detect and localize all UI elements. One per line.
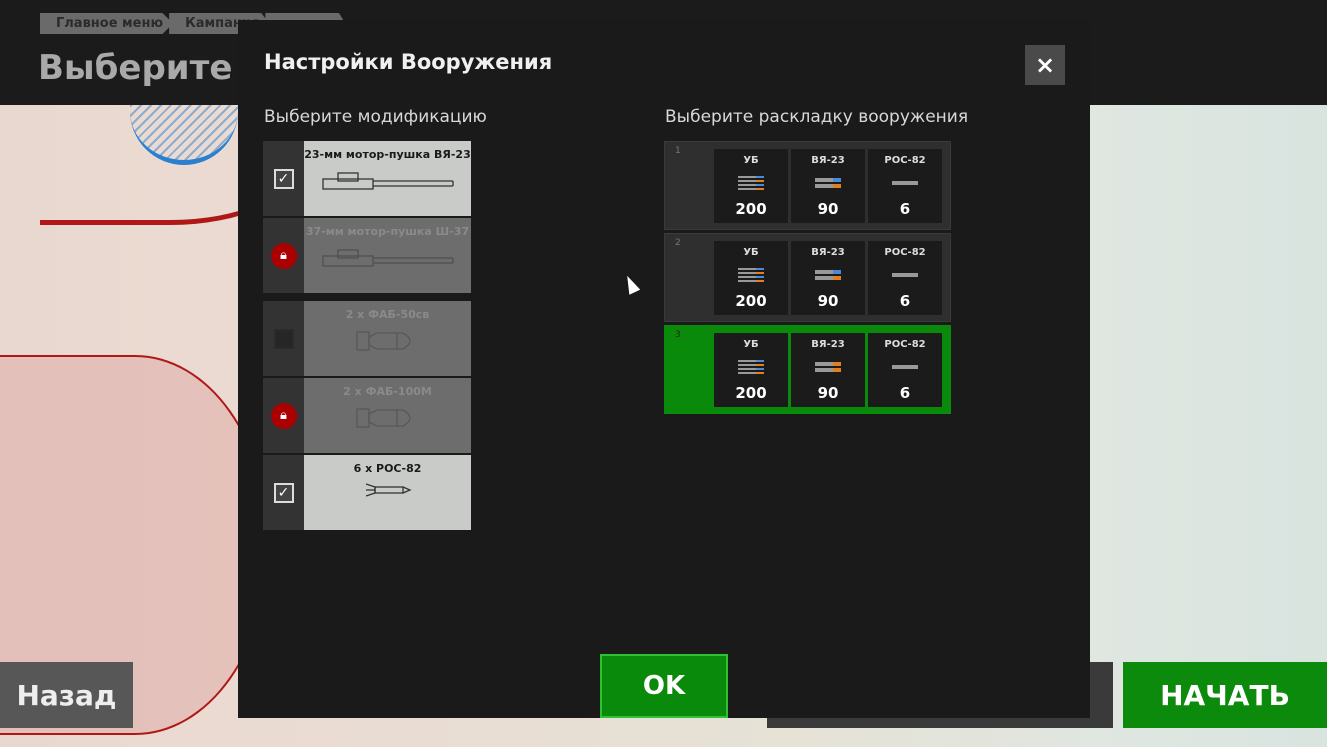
- modification-item[interactable]: ✓ 23-мм мотор-пушка ВЯ-23: [263, 141, 471, 216]
- weapon-name: ВЯ-23: [811, 155, 845, 166]
- weapon-cell: УБ 200: [714, 333, 788, 407]
- breadcrumb-main-menu[interactable]: Главное меню: [40, 13, 174, 34]
- weapon-name: ВЯ-23: [811, 339, 845, 350]
- mod-card[interactable]: 6 x РОС-82: [304, 455, 471, 530]
- mod-name: 2 x ФАБ-100М: [343, 385, 432, 398]
- cannon-icon: [318, 167, 458, 201]
- weapon-ammo-count: 200: [735, 384, 767, 402]
- lock-icon: 🔒︎: [270, 402, 297, 429]
- weapon-ammo-count: 90: [817, 200, 839, 218]
- ok-button[interactable]: OK: [600, 654, 728, 718]
- weapon-cell: ВЯ-23 90: [791, 241, 865, 315]
- loadout-option[interactable]: 2 УБ 200 ВЯ-23 90 РОС-82 6: [664, 233, 951, 322]
- mod-name: 23-мм мотор-пушка ВЯ-23: [304, 148, 471, 161]
- loadout-heading: Выберите раскладку вооружения: [665, 107, 969, 127]
- modification-item[interactable]: 🔒︎ 2 x ФАБ-100М: [263, 378, 471, 453]
- rocket-icon: [363, 481, 413, 503]
- loadout-number: 1: [675, 146, 681, 156]
- shells-icon: [815, 178, 841, 188]
- modification-item[interactable]: 2 x ФАБ-50св: [263, 301, 471, 376]
- weapon-ammo-count: 90: [817, 292, 839, 310]
- weapon-ammo-count: 200: [735, 292, 767, 310]
- back-button[interactable]: Назад: [0, 662, 133, 728]
- weapon-cell: РОС-82 6: [868, 333, 942, 407]
- bullets-icon: [738, 360, 764, 374]
- loadout-option[interactable]: 3 УБ 200 ВЯ-23 90 РОС-82 6: [664, 325, 951, 414]
- checkbox-checked[interactable]: ✓: [273, 168, 294, 189]
- weapon-name: РОС-82: [884, 247, 926, 258]
- mod-name: 6 x РОС-82: [353, 462, 422, 475]
- dialog-title: Настройки Вооружения: [264, 50, 553, 74]
- mod-selector: ✓: [263, 455, 304, 530]
- modification-item[interactable]: 🔒︎ 37-мм мотор-пушка Ш-37: [263, 218, 471, 293]
- weapon-ammo-count: 6: [899, 200, 911, 218]
- mod-selector: [263, 301, 304, 376]
- weapon-ammo-count: 6: [899, 384, 911, 402]
- weapon-ammo-count: 200: [735, 200, 767, 218]
- weapon-cell: УБ 200: [714, 241, 788, 315]
- bullets-icon: [738, 176, 764, 190]
- shells-icon: [815, 362, 841, 372]
- weapon-cell: УБ 200: [714, 149, 788, 223]
- cannon-icon: [318, 244, 458, 278]
- loadout-number: 2: [675, 238, 681, 248]
- weapon-name: ВЯ-23: [811, 247, 845, 258]
- mod-card[interactable]: 23-мм мотор-пушка ВЯ-23: [304, 141, 471, 216]
- checkbox-checked[interactable]: ✓: [273, 482, 294, 503]
- page-title: Выберите з: [38, 48, 264, 88]
- weapon-cell: ВЯ-23 90: [791, 149, 865, 223]
- bullets-icon: [738, 268, 764, 282]
- weapon-cell: РОС-82 6: [868, 149, 942, 223]
- weapon-settings-dialog: Настройки Вооружения × Выберите модифика…: [238, 20, 1090, 718]
- rocket-icon: [892, 365, 918, 369]
- loadout-number: 3: [675, 330, 681, 340]
- weapon-cell: ВЯ-23 90: [791, 333, 865, 407]
- mods-heading: Выберите модификацию: [264, 107, 487, 127]
- mod-selector: 🔒︎: [263, 218, 304, 293]
- weapon-name: РОС-82: [884, 155, 926, 166]
- modification-list: ✓ 23-мм мотор-пушка ВЯ-23 🔒︎ 37-мм мотор-пу…: [263, 141, 471, 532]
- mod-selector: ✓: [263, 141, 304, 216]
- loadout-list: 1 УБ 200 ВЯ-23 90 РОС-82 6 2 УБ 200 ВЯ-23 90 РОС-82 6…: [664, 141, 951, 417]
- weapon-ammo-count: 6: [899, 292, 911, 310]
- shells-icon: [815, 270, 841, 280]
- mod-name: 37-мм мотор-пушка Ш-37: [305, 225, 470, 238]
- start-button[interactable]: НАЧАТЬ: [1123, 662, 1327, 728]
- bomb-icon: [353, 404, 423, 436]
- mod-selector: 🔒︎: [263, 378, 304, 453]
- mod-card[interactable]: 2 x ФАБ-50св: [304, 301, 471, 376]
- weapon-name: РОС-82: [884, 339, 926, 350]
- weapon-name: УБ: [743, 339, 759, 350]
- weapon-ammo-count: 90: [817, 384, 839, 402]
- bomb-icon: [353, 327, 423, 359]
- modification-item[interactable]: ✓ 6 x РОС-82: [263, 455, 471, 530]
- weapon-name: УБ: [743, 247, 759, 258]
- mod-card[interactable]: 2 x ФАБ-100М: [304, 378, 471, 453]
- checkbox-unchecked[interactable]: [273, 328, 294, 349]
- rocket-icon: [892, 181, 918, 185]
- mod-name: 2 x ФАБ-50св: [345, 308, 430, 321]
- weapon-cell: РОС-82 6: [868, 241, 942, 315]
- close-button[interactable]: ×: [1025, 45, 1065, 85]
- rocket-icon: [892, 273, 918, 277]
- mod-card[interactable]: 37-мм мотор-пушка Ш-37: [304, 218, 471, 293]
- loadout-option[interactable]: 1 УБ 200 ВЯ-23 90 РОС-82 6: [664, 141, 951, 230]
- lock-icon: 🔒︎: [270, 242, 297, 269]
- weapon-name: УБ: [743, 155, 759, 166]
